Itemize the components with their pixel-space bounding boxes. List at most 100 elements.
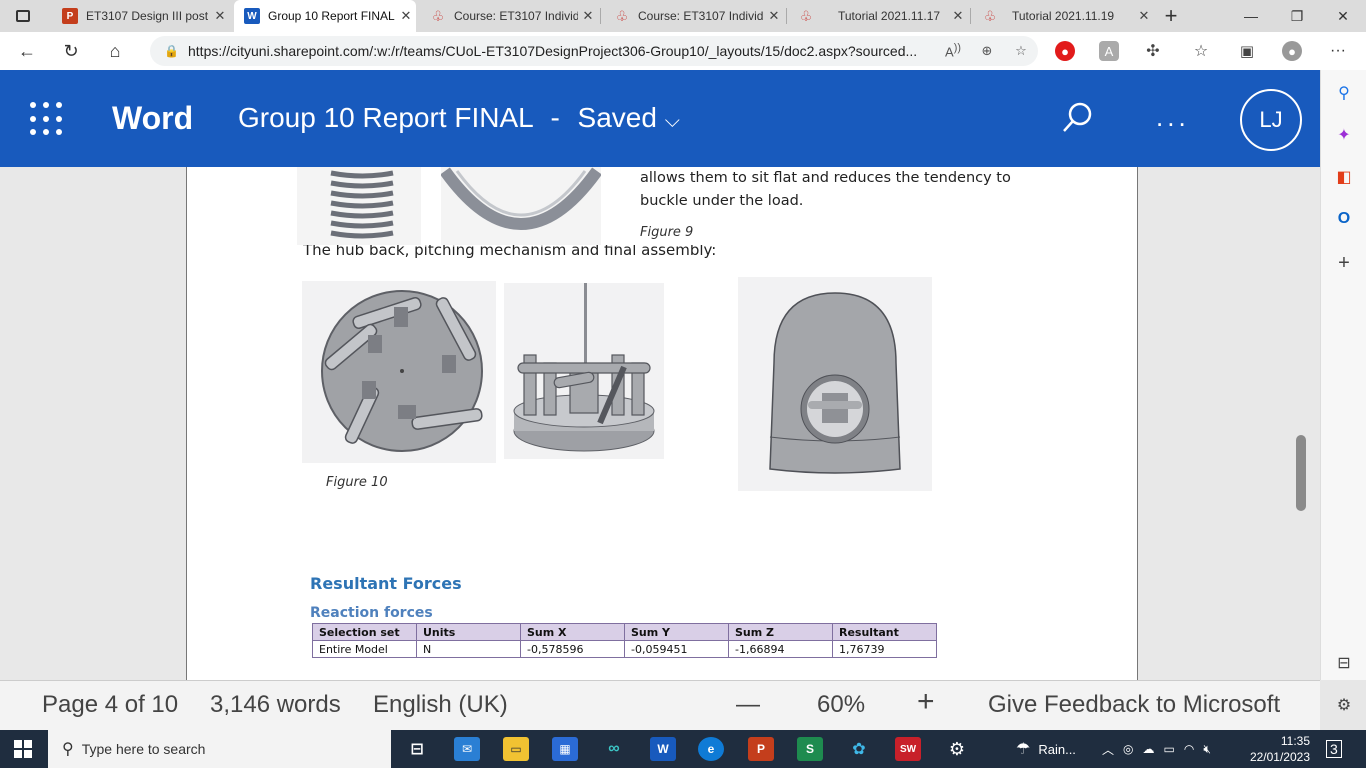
settings-menu-icon[interactable]: ··· (1328, 41, 1348, 61)
adblock-extension-icon[interactable]: ● (1055, 41, 1075, 61)
feedback-link[interactable]: Give Feedback to Microsoft (988, 691, 1280, 719)
url-text[interactable]: https://cityuni.sharepoint.com/:w:/r/tea… (188, 43, 936, 59)
time: 11:35 (1280, 734, 1310, 748)
close-tab-icon[interactable]: ✕ (948, 8, 968, 24)
browser-tab-active[interactable]: W Group 10 Report FINAL ✕ (234, 0, 416, 32)
zoom-level[interactable]: 60% (817, 691, 865, 719)
close-tab-icon[interactable]: ✕ (578, 8, 598, 24)
powerpoint-taskbar-icon[interactable]: P (748, 737, 774, 761)
table-header-cell: Sum Z (728, 623, 833, 641)
document-page[interactable]: allows them to sit flat and reduces the … (186, 167, 1138, 680)
favorites-icon[interactable]: ☆ (1191, 41, 1211, 61)
umbrella-icon: ☂ (1016, 741, 1031, 758)
browser-tab[interactable]: ♧ Course: ET3107 Individ ✕ (604, 0, 784, 32)
browser-tab[interactable]: ♧ Course: ET3107 Individ ✕ (420, 0, 598, 32)
store-icon[interactable]: ▦ (552, 737, 578, 761)
sidebar-settings-icon[interactable]: ⚙ (1333, 694, 1355, 716)
tab-divider (600, 8, 601, 24)
settings-icon[interactable]: ⚙ (944, 737, 970, 761)
close-tab-icon[interactable]: ✕ (210, 8, 230, 24)
moodle-icon: ♧ (615, 7, 629, 24)
moodle-icon: ♧ (983, 7, 997, 24)
hub-description-text: The hub back, pitching mechanism and fin… (303, 245, 717, 259)
document-canvas[interactable]: allows them to sit flat and reduces the … (0, 167, 1320, 680)
restore-button[interactable]: ❐ (1274, 0, 1320, 32)
discover-icon[interactable]: ✦ (1333, 124, 1355, 146)
page-count[interactable]: Page 4 of 10 (42, 691, 178, 719)
extension-icon[interactable]: A (1099, 41, 1119, 61)
spring-side-image (297, 167, 421, 245)
chevron-up-icon[interactable]: ︿ (1102, 741, 1114, 758)
read-aloud-icon[interactable]: A)) (936, 42, 970, 59)
hide-sidebar-icon[interactable]: ⊟ (1333, 652, 1355, 674)
clock[interactable]: 11:35 22/01/2023 (1248, 730, 1310, 768)
search-icon[interactable] (1060, 100, 1096, 136)
collections-icon[interactable]: ▣ (1237, 41, 1257, 61)
tab-divider (970, 8, 971, 24)
close-tab-icon[interactable]: ✕ (764, 8, 784, 24)
wifi-icon[interactable]: ◠ (1184, 742, 1194, 756)
table-cell: -1,66894 (728, 640, 833, 658)
browser-tab[interactable]: P ET3107 Design III post ✕ (52, 0, 230, 32)
table-cell: Entire Model (312, 640, 417, 658)
refresh-button[interactable]: ↻ (54, 32, 88, 70)
vertical-scrollbar-thumb[interactable] (1296, 435, 1306, 511)
minimize-button[interactable]: — (1228, 0, 1274, 32)
search-icon[interactable]: ⚲ (1333, 82, 1355, 104)
search-placeholder: Type here to search (81, 741, 206, 757)
table-header-cell: Sum X (520, 623, 625, 641)
app-launcher-icon[interactable] (30, 102, 64, 136)
notification-center-icon[interactable]: 3 (1326, 730, 1342, 768)
office-icon[interactable]: ◧ (1333, 166, 1355, 188)
table-cell: 1,76739 (832, 640, 937, 658)
close-tab-icon[interactable]: ✕ (396, 8, 416, 24)
chevron-down-icon: ⌵ (664, 110, 680, 132)
title-separator: - (550, 102, 560, 133)
extensions-puzzle-icon[interactable]: ✣ (1143, 41, 1163, 61)
edge-taskbar-icon[interactable]: e (698, 737, 724, 761)
more-options-button[interactable]: ... (1156, 102, 1190, 133)
browser-tab[interactable]: ♧ Tutorial 2021.11.19 ✕ (972, 0, 1154, 32)
close-window-button[interactable]: ✕ (1320, 0, 1366, 32)
address-bar[interactable]: 🔒 https://cityuni.sharepoint.com/:w:/r/t… (150, 36, 1038, 66)
battery-icon[interactable]: ▭ (1164, 742, 1175, 756)
app-fish-icon[interactable]: ✿ (846, 737, 872, 761)
word-taskbar-icon[interactable]: W (650, 737, 676, 761)
language-indicator[interactable]: English (UK) (373, 691, 508, 719)
back-button[interactable]: ← (10, 32, 44, 70)
user-avatar[interactable]: LJ (1240, 89, 1302, 151)
add-app-icon[interactable]: + (1333, 252, 1355, 274)
weather-widget[interactable]: ☂ Rain... (1016, 730, 1076, 768)
taskbar-search-box[interactable]: ⚲ Type here to search (48, 730, 391, 768)
favorite-icon[interactable]: ☆ (1004, 43, 1038, 59)
word-header: Word Group 10 Report FINAL - Saved ⌵ ...… (0, 70, 1320, 167)
app-s-icon[interactable]: S (797, 737, 823, 761)
tab-actions-button[interactable] (0, 0, 48, 32)
file-explorer-icon[interactable]: ▭ (503, 737, 529, 761)
document-title-button[interactable]: Group 10 Report FINAL - Saved ⌵ (238, 102, 680, 134)
outlook-icon[interactable]: O (1333, 208, 1355, 230)
onedrive-icon[interactable]: ☁ (1143, 742, 1155, 756)
mail-icon[interactable]: ✉ (454, 737, 480, 761)
zoom-icon[interactable]: ⊕ (970, 43, 1004, 59)
app-name[interactable]: Word (112, 100, 193, 137)
app-icon[interactable]: ∞ (601, 737, 627, 761)
new-tab-button[interactable]: + (1156, 0, 1186, 32)
profile-icon[interactable]: ● (1282, 41, 1302, 61)
zoom-out-button[interactable]: — (736, 691, 760, 719)
browser-tab[interactable]: ♧ Tutorial 2021.11.17 ✕ (788, 0, 968, 32)
windows-start-icon[interactable] (11, 737, 35, 761)
zoom-in-button[interactable]: + (917, 685, 935, 719)
camera-icon[interactable]: ◎ (1123, 742, 1133, 756)
pitching-mechanism-image (504, 283, 664, 459)
browser-tab-strip: P ET3107 Design III post ✕ W Group 10 Re… (0, 0, 1366, 32)
solidworks-icon[interactable]: SW (895, 737, 921, 761)
home-button[interactable]: ⌂ (98, 32, 132, 70)
close-tab-icon[interactable]: ✕ (1134, 8, 1154, 24)
powerpoint-icon: P (62, 8, 78, 24)
final-assembly-image (738, 277, 932, 491)
volume-muted-icon[interactable]: 🔇︎ (1203, 742, 1211, 757)
system-tray-icons[interactable]: ︿ ◎ ☁ ▭ ◠ 🔇︎ (1102, 730, 1211, 768)
task-view-icon[interactable]: ⊟ (404, 737, 430, 761)
word-count[interactable]: 3,146 words (210, 691, 341, 719)
